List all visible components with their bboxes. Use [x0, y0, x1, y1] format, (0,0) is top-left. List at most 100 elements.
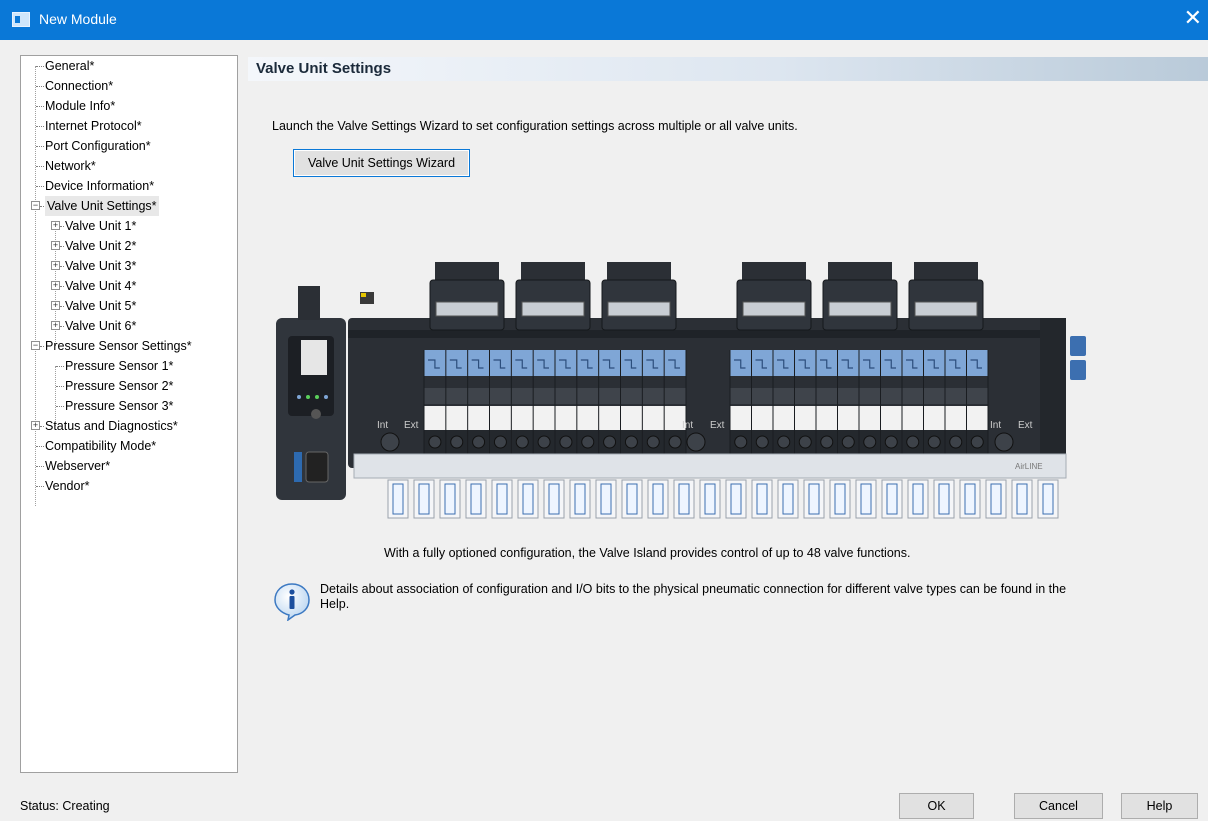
- help-button[interactable]: Help: [1121, 793, 1198, 819]
- board-window: [828, 301, 892, 317]
- fitting-tube: [704, 483, 716, 515]
- port-circle: [493, 435, 507, 449]
- status-text: Status: Creating: [20, 799, 110, 813]
- port-circle: [581, 435, 595, 449]
- fitting-tube: [626, 483, 638, 515]
- port-circle: [603, 435, 617, 449]
- port-circle: [515, 435, 529, 449]
- close-icon[interactable]: ✕: [1184, 6, 1202, 30]
- expand-icon[interactable]: +: [51, 321, 60, 330]
- expand-icon[interactable]: +: [51, 241, 60, 250]
- fitting-tube: [756, 483, 768, 515]
- supply-port: [686, 432, 706, 452]
- description-text: Launch the Valve Settings Wizard to set …: [272, 119, 798, 133]
- port-label: Int: [682, 420, 693, 431]
- fitting-tube: [652, 483, 664, 515]
- end-connector: [1070, 336, 1086, 356]
- tree-line: [35, 66, 36, 506]
- fitting-tube: [730, 483, 742, 515]
- board-connector: [914, 262, 978, 280]
- port-circle: [472, 435, 486, 449]
- base-rail: [353, 453, 1067, 479]
- fitting-tube: [1016, 483, 1028, 515]
- fitting-tube: [392, 483, 404, 515]
- port-circle: [668, 435, 682, 449]
- valve-island-image: Int Ext Int Ext Int Ext AirLINE: [276, 262, 1086, 519]
- module-display: [301, 340, 327, 375]
- brand-label: AirLINE: [1015, 462, 1043, 471]
- port-circle: [734, 435, 748, 449]
- fitting-tube: [600, 483, 612, 515]
- port-circle: [949, 435, 963, 449]
- fitting-tube: [912, 483, 924, 515]
- title-bar: New Module ✕: [0, 0, 1208, 40]
- port-circle: [777, 435, 791, 449]
- board-window: [435, 301, 499, 317]
- end-connector: [1070, 360, 1086, 380]
- collapse-icon[interactable]: −: [31, 201, 40, 210]
- port-circle: [537, 435, 551, 449]
- port-circle: [559, 435, 573, 449]
- fitting-tube: [548, 483, 560, 515]
- info-text: Details about association of configurati…: [320, 582, 1067, 611]
- ok-button[interactable]: OK: [899, 793, 974, 819]
- board-window: [607, 301, 671, 317]
- port-label: Int: [990, 420, 1001, 431]
- port-circle: [970, 435, 984, 449]
- port-circle: [927, 435, 941, 449]
- port-circle: [841, 435, 855, 449]
- info-icon: [274, 583, 310, 621]
- port-label: Ext: [404, 420, 419, 431]
- port-label: Int: [377, 420, 388, 431]
- board-connector: [435, 262, 499, 280]
- fitting-tube: [860, 483, 872, 515]
- supply-port: [380, 432, 400, 452]
- port-circle: [755, 435, 769, 449]
- port-label: Ext: [1018, 420, 1033, 431]
- port-circle: [906, 435, 920, 449]
- board-connector: [828, 262, 892, 280]
- caption-text: With a fully optioned configuration, the…: [384, 546, 911, 560]
- fitting-tube: [418, 483, 430, 515]
- section-header: Valve Unit Settings: [248, 57, 1208, 81]
- board-window: [914, 301, 978, 317]
- fitting-tube: [808, 483, 820, 515]
- expand-icon[interactable]: +: [51, 301, 60, 310]
- app-icon: [12, 12, 30, 27]
- fitting-tube: [782, 483, 794, 515]
- port-circle: [820, 435, 834, 449]
- expand-icon[interactable]: +: [51, 281, 60, 290]
- collapse-icon[interactable]: −: [31, 341, 40, 350]
- cancel-button[interactable]: Cancel: [1014, 793, 1103, 819]
- expand-icon[interactable]: +: [31, 421, 40, 430]
- board-connector: [607, 262, 671, 280]
- port-circle: [798, 435, 812, 449]
- fitting-tube: [964, 483, 976, 515]
- port-circle: [646, 435, 660, 449]
- fitting-tube: [938, 483, 950, 515]
- connector-top: [298, 286, 320, 320]
- port-circle: [884, 435, 898, 449]
- port-circle: [428, 435, 442, 449]
- port-label: Ext: [710, 420, 725, 431]
- fitting-tube: [496, 483, 508, 515]
- fitting-tube: [1042, 483, 1054, 515]
- board-window: [742, 301, 806, 317]
- board-connector: [742, 262, 806, 280]
- fitting-tube: [522, 483, 534, 515]
- port-circle: [450, 435, 464, 449]
- fitting-tube: [470, 483, 482, 515]
- section-title: Valve Unit Settings: [256, 60, 392, 77]
- fitting-tube: [990, 483, 1002, 515]
- expand-icon[interactable]: +: [51, 221, 60, 230]
- valve-unit-settings-wizard-button[interactable]: Valve Unit Settings Wizard: [293, 149, 470, 177]
- expand-icon[interactable]: +: [51, 261, 60, 270]
- supply-port: [994, 432, 1014, 452]
- fitting-tube: [886, 483, 898, 515]
- category-tree[interactable]: General* Connection* Module Info* Intern…: [20, 55, 238, 773]
- board-connector: [521, 262, 585, 280]
- fitting-tube: [834, 483, 846, 515]
- window-title: New Module: [39, 11, 117, 27]
- port-circle: [863, 435, 877, 449]
- pneumatic-fittings: [387, 479, 1059, 519]
